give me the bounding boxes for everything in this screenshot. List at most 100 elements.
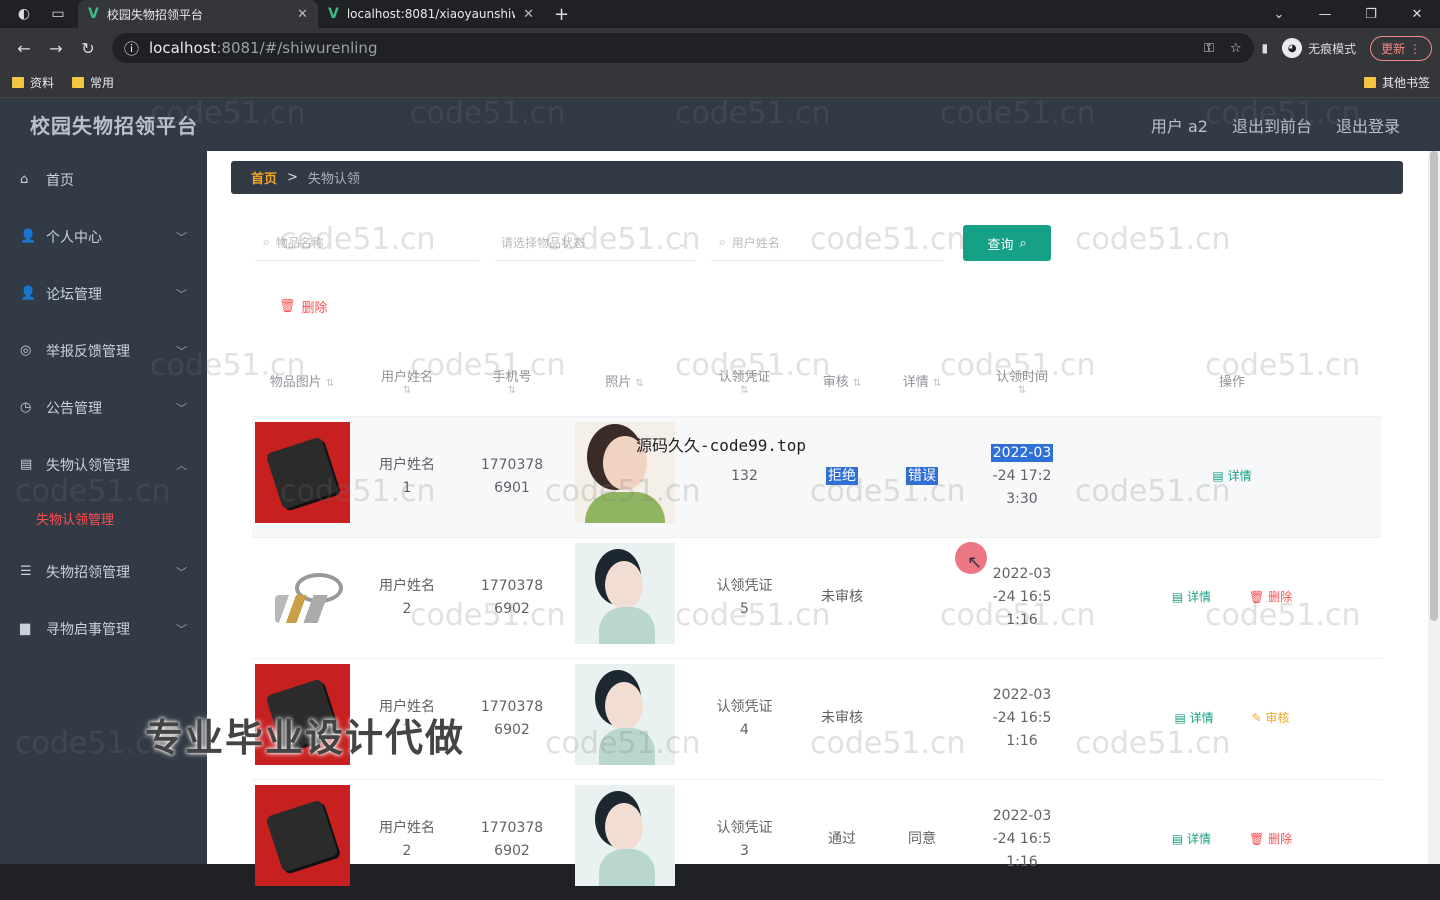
chevron-down-icon: ﹀	[176, 344, 187, 358]
breadcrumb-separator: >	[287, 170, 298, 185]
audit-detail: 同意	[882, 778, 962, 900]
logout-link[interactable]: 退出登录	[1336, 113, 1400, 137]
user-photo	[574, 543, 675, 644]
reload-icon[interactable]: ↻	[72, 39, 104, 58]
detail-button[interactable]: ▤ 详情	[1174, 707, 1213, 730]
folder-icon	[1363, 77, 1376, 88]
vue-logo-icon: V	[328, 6, 339, 22]
col-item-image[interactable]: 物品图片 ⇅	[252, 346, 352, 416]
sidebar-subitem-claim-manage[interactable]: 失物认领管理	[0, 493, 207, 543]
sidebar-item-claim[interactable]: ▤ 失物认领管理 ︿	[0, 436, 207, 493]
tab-title: 校园失物招领平台	[106, 7, 203, 22]
user-photo	[574, 664, 675, 765]
col-claim-time[interactable]: 认领时间 ⇅	[962, 346, 1082, 416]
detail-button[interactable]: ▤ 详情	[1172, 586, 1211, 609]
update-button[interactable]: 更新 ⋮	[1370, 35, 1432, 61]
sidebar-item-forum[interactable]: 👤 论坛管理 ﹀	[0, 265, 207, 322]
other-bookmarks[interactable]: 其他书签	[1363, 74, 1430, 91]
tab-search-icon[interactable]: ⌄	[1256, 7, 1302, 22]
audit-detail: 错误	[906, 467, 938, 485]
window-icon[interactable]: ▭	[48, 6, 68, 22]
chevron-down-icon: ﹀	[176, 565, 187, 579]
back-to-front-link[interactable]: 退出到前台	[1232, 113, 1312, 137]
detail-button[interactable]: ▤ 详情	[1212, 465, 1251, 488]
browser-tab-1[interactable]: V 校园失物招领平台 ✕	[78, 0, 318, 28]
forward-icon[interactable]: →	[40, 39, 72, 58]
vue-logo-icon: V	[88, 6, 99, 22]
close-window-icon[interactable]: ✕	[1394, 7, 1440, 22]
browser-tab-2[interactable]: V localhost:8081/xiaoyaunshiwu ✕	[318, 0, 544, 28]
scrollbar-thumb[interactable]	[1430, 151, 1438, 621]
search-bar: ⌕ 物品名称 请选择物品状态 ⌄ ⌕ 用户姓名 查询 ⌕	[255, 225, 1051, 261]
info-icon[interactable]: ⓘ	[124, 38, 139, 59]
user-icon: 👤	[20, 286, 37, 301]
app-title: 校园失物招领平台	[30, 114, 198, 138]
sidepanel-icon[interactable]: ▮	[1262, 41, 1269, 55]
breadcrumb-current: 失物认领	[307, 172, 360, 187]
audit-detail	[882, 536, 962, 658]
window-controls: ⌄ — ❐ ✕	[1256, 0, 1440, 28]
url-input[interactable]: ⓘ localhost:8081/#/shiwurenling ⚿ ☆	[112, 33, 1254, 63]
table-row[interactable]: 用户姓名 2 1770378 6902 认领凭证 5 未审核 2022-03 -24 1…	[252, 536, 1382, 658]
incognito-indicator[interactable]: ◕ 无痕模式	[1282, 38, 1356, 58]
audit-status: 通过	[802, 778, 882, 900]
star-icon[interactable]: ☆	[1230, 41, 1242, 56]
table-row[interactable]: 用户姓名 1 1770378 6901 132 拒绝 错误 2022-03 -24 1…	[252, 415, 1382, 537]
claim-table: 物品图片 ⇅ 用户姓名 ⇅ 手机号 ⇅ 照片 ⇅ 认领凭证 ⇅ 审核 ⇅ 详情 ⇅ 认领时间 ⇅…	[252, 346, 1382, 900]
folder-icon	[12, 77, 24, 88]
sidebar-item-notice[interactable]: ◷ 公告管理 ﹀	[0, 379, 207, 436]
url-host: localhost	[149, 39, 217, 57]
folder-icon	[72, 77, 85, 88]
table-header: 物品图片 ⇅ 用户姓名 ⇅ 手机号 ⇅ 照片 ⇅ 认领凭证 ⇅ 审核 ⇅ 详情 ⇅ 认领时间 ⇅…	[252, 346, 1382, 416]
col-audit[interactable]: 审核 ⇅	[802, 346, 882, 416]
col-photo[interactable]: 照片 ⇅	[562, 346, 687, 416]
chevron-down-icon: ﹀	[176, 622, 187, 636]
tab-title: localhost:8081/xiaoyaunshiwu	[346, 7, 516, 21]
close-tab-icon[interactable]: ✕	[523, 7, 534, 22]
col-actions: 操作	[1218, 375, 1245, 391]
sidebar-item-home[interactable]: ⌂ 首页	[0, 151, 207, 208]
mouse-cursor-icon	[955, 542, 987, 574]
table-row[interactable]: 用户姓名 2 1770378 6902 认领凭证 3 通过 同意 2022-03 -24…	[252, 778, 1382, 900]
query-button[interactable]: 查询 ⌕	[963, 225, 1051, 261]
chevron-down-icon: ﹀	[176, 401, 187, 415]
address-bar-row: ← → ↻ ⓘ localhost:8081/#/shiwurenling ⚿ …	[0, 28, 1440, 68]
folder-icon: ▤	[20, 457, 33, 472]
home-icon: ⌂	[20, 172, 29, 187]
col-detail[interactable]: 详情 ⇅	[882, 346, 962, 416]
incognito-label: 无痕模式	[1308, 41, 1357, 56]
key-icon[interactable]: ⚿	[1204, 41, 1214, 56]
search-icon: ⌕	[1019, 235, 1027, 251]
close-tab-icon[interactable]: ✕	[297, 7, 308, 22]
browser-menu-icon[interactable]: ◐	[14, 6, 34, 22]
item-name-input[interactable]: ⌕ 物品名称	[255, 225, 479, 261]
col-user-name[interactable]: 用户姓名 ⇅	[352, 346, 462, 416]
delete-button[interactable]: 🗑 删除	[1249, 828, 1292, 851]
minimize-icon[interactable]: —	[1302, 7, 1348, 22]
restore-icon[interactable]: ❐	[1348, 7, 1394, 22]
sidebar-item-profile[interactable]: 👤 个人中心 ﹀	[0, 208, 207, 265]
sidebar-item-search-notice[interactable]: ▆ 寻物启事管理 ﹀	[0, 600, 207, 657]
user-name-input[interactable]: ⌕ 用户姓名	[711, 225, 943, 261]
notebook-icon: ▆	[20, 621, 30, 636]
content-scrollbar[interactable]	[1428, 151, 1440, 864]
sidebar-item-report[interactable]: ◎ 举报反馈管理 ﹀	[0, 322, 207, 379]
list-icon: ☰	[20, 564, 32, 579]
breadcrumb-home[interactable]: 首页	[251, 168, 277, 187]
bookmark-folder-2[interactable]: 常用	[72, 74, 114, 91]
browser-tab-strip: ◐ ▭ V 校园失物招领平台 ✕ V localhost:8081/xiaoya…	[0, 0, 1440, 28]
sidebar-item-lost-found[interactable]: ☰ 失物招领管理 ﹀	[0, 543, 207, 600]
col-phone[interactable]: 手机号 ⇅	[462, 346, 562, 416]
status-select[interactable]: 请选择物品状态 ⌄	[495, 225, 695, 261]
audit-button[interactable]: ✎ 审核	[1252, 707, 1290, 730]
delete-button[interactable]: 🗑 删除	[1249, 586, 1292, 609]
new-tab-icon[interactable]: +	[554, 4, 569, 25]
bookmark-folder-1[interactable]: 资料	[12, 74, 54, 91]
back-icon[interactable]: ←	[8, 39, 40, 58]
code99-watermark: 源码久久-code99.top	[636, 436, 806, 455]
clock-icon: ◷	[20, 400, 32, 415]
promo-banner: 专业毕业设计代做	[145, 716, 466, 760]
batch-delete-button[interactable]: 🗑 删除	[279, 297, 328, 316]
detail-button[interactable]: ▤ 详情	[1172, 828, 1211, 851]
col-voucher[interactable]: 认领凭证 ⇅	[687, 346, 802, 416]
